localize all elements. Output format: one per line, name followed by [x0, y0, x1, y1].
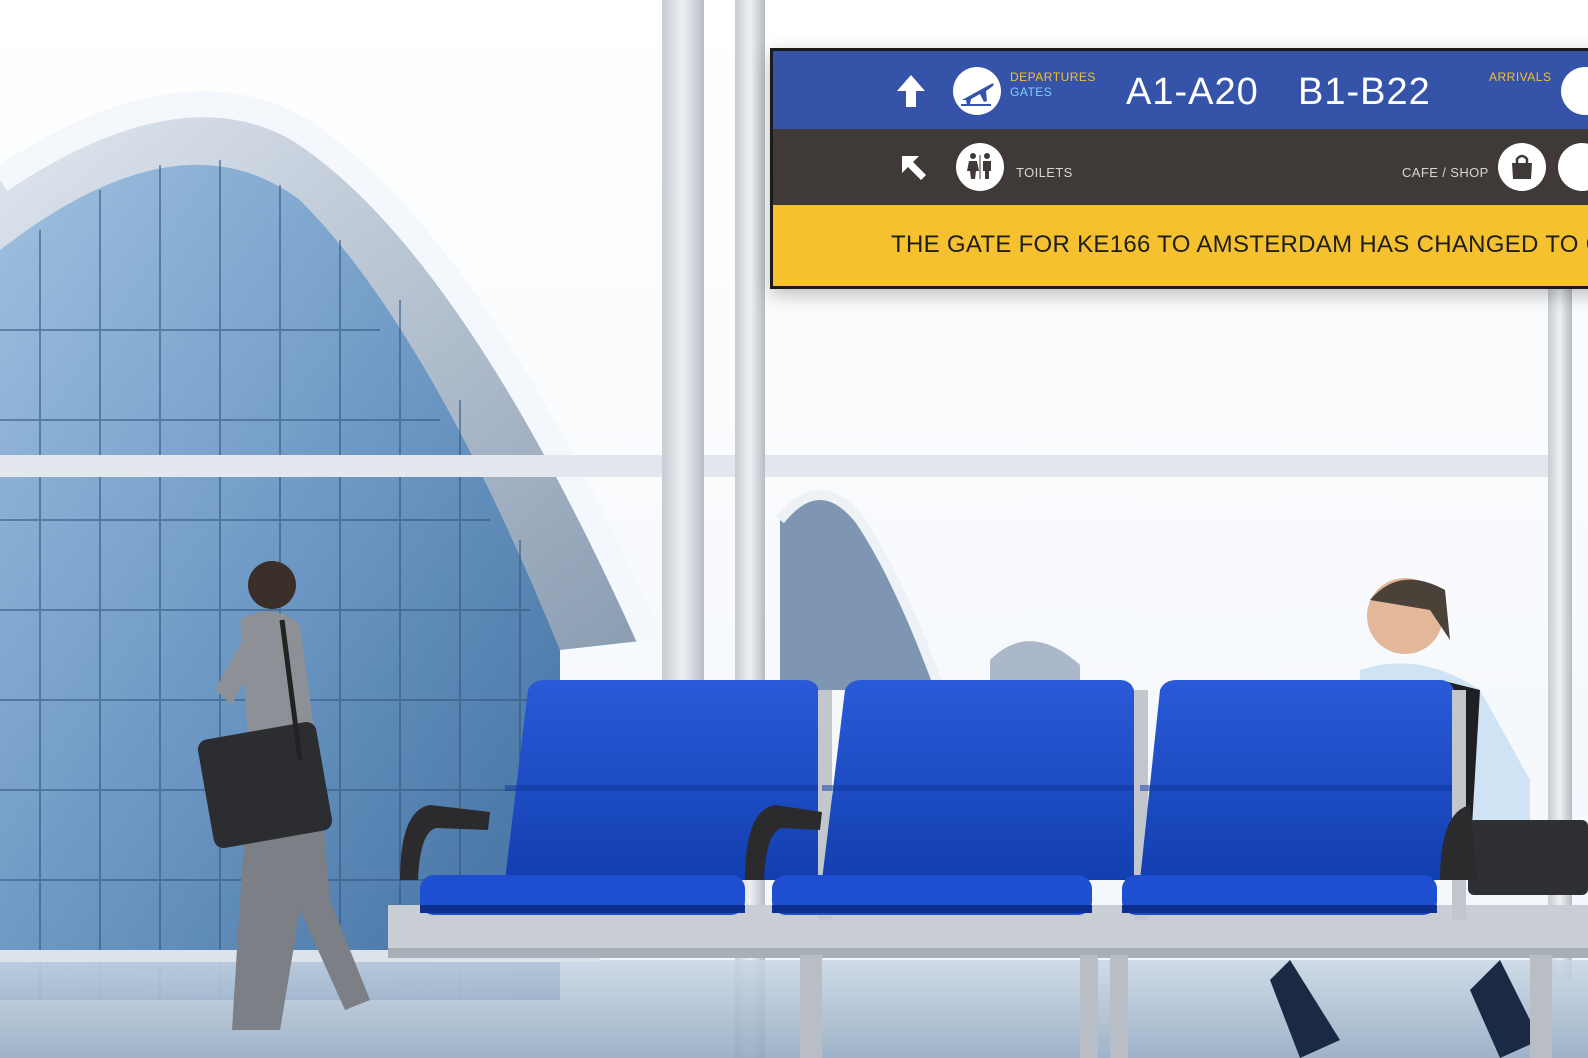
shopping-bag-icon [1498, 143, 1546, 191]
airport-scene: DEPARTURES GATES A1-A20 B1-B22 ARRIVALS … [0, 0, 1588, 1058]
airplane-departure-icon [953, 67, 1001, 115]
arrivals-icon [1561, 67, 1588, 115]
arrow-up-left-icon [902, 156, 926, 180]
gate-information-sign: DEPARTURES GATES A1-A20 B1-B22 ARRIVALS … [770, 48, 1588, 289]
announcement-ticker: THE GATE FOR KE166 TO AMSTERDAM HAS CHAN… [891, 231, 1588, 258]
departures-row: DEPARTURES GATES A1-A20 B1-B22 ARRIVALS [773, 51, 1588, 129]
gates-label: GATES [1010, 85, 1053, 99]
gate-range-a: A1-A20 [1126, 71, 1259, 113]
gate-range-b: B1-B22 [1298, 71, 1431, 113]
departures-label: DEPARTURES [1010, 70, 1096, 84]
arrow-up-icon [897, 75, 925, 107]
extra-facility-icon [1558, 143, 1588, 191]
restroom-icon [956, 143, 1004, 191]
facilities-row: TOILETS CAFE / SHOP [773, 129, 1588, 205]
cafe-shop-label: CAFE / SHOP [1402, 165, 1489, 180]
toilets-label: TOILETS [1016, 165, 1073, 180]
arrivals-label: ARRIVALS [1489, 70, 1552, 84]
